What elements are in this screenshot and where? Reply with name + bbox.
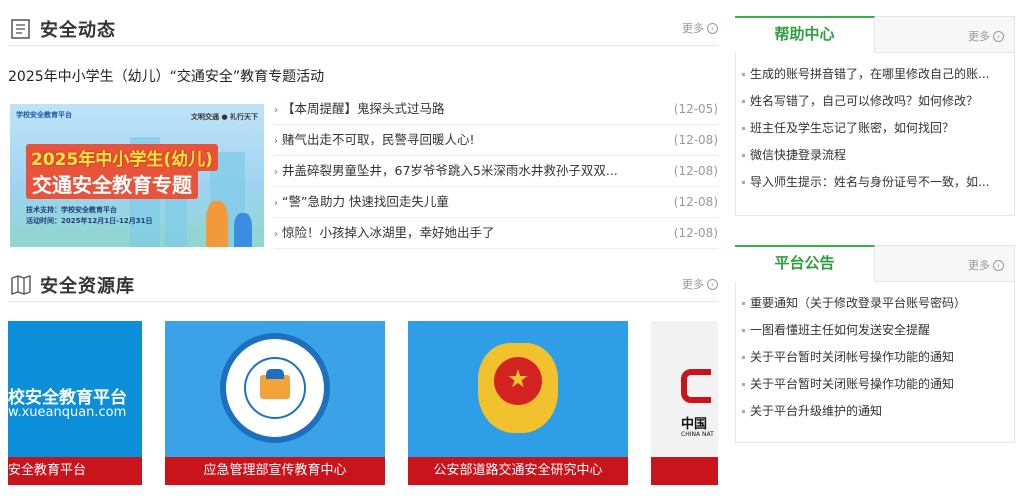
announcements-tabbar: 平台公告 更多 › [735, 245, 1014, 282]
map-icon [10, 274, 32, 296]
help-center-panel: 帮助中心 更多 › 生成的账号拼音错了，在哪里修改自己的账... 姓名写错了，自己… [735, 16, 1015, 216]
banner-logo: 学校安全教育平台 [16, 111, 72, 119]
partial-logo-icon [681, 369, 711, 403]
help-more-link[interactable]: 更多 › [968, 28, 1004, 44]
resource-card-traffic-research[interactable]: 公安部道路交通安全研究中心 [408, 321, 628, 485]
news-item-date: (12-08) [673, 133, 718, 147]
arrow-right-icon: › [274, 136, 278, 147]
help-item[interactable]: 生成的账号拼音错了，在哪里修改自己的账... [742, 61, 1014, 88]
announcement-item[interactable]: 关于平台升级维护的通知 [742, 398, 1014, 425]
announcement-item[interactable]: 关于平台暂时关闭帐号操作功能的通知 [742, 344, 1014, 371]
resource-section-title: 安全资源库 [40, 276, 135, 297]
announcements-list: 重要通知（关于修改登录平台账号密码） 一图看懂班主任如何发送安全提醒 关于平台暂… [736, 282, 1014, 425]
card-logo-text: 中国 [681, 417, 708, 432]
announcements-more-link[interactable]: 更多 › [968, 257, 1004, 273]
news-banner-image[interactable]: 学校安全教育平台 文明交通 ● 礼行天下 2025年中小学生(幼儿) 交通安全教… [10, 104, 264, 247]
card-logo-subtext: CHINA NAT [681, 431, 714, 438]
banner-title-line1: 2025年中小学生(幼儿) [26, 144, 218, 171]
emergency-emblem-icon [220, 333, 330, 443]
chevron-right-icon: › [707, 278, 718, 290]
news-section-header: 安全动态 更多 › [8, 12, 718, 46]
news-item[interactable]: › 井盖碎裂男童坠井，67岁爷爷跳入5米深雨水井救孙子双双... (12-08) [274, 156, 718, 187]
resource-card-emergency[interactable]: 应急管理部宣传教育中心 [165, 321, 385, 485]
card-logo-url: w.xueanquan.com [8, 405, 127, 420]
resource-more-link[interactable]: 更多 › [682, 276, 718, 292]
news-item-title: 赌气出走不可取，民警寻回暖人心! [282, 132, 475, 147]
banner-support: 技术支持：学校安全教育平台 [26, 206, 117, 214]
banner-title-line2: 交通安全教育专题 [26, 168, 198, 199]
card-caption [651, 457, 718, 485]
news-item-title: 井盖碎裂男童坠井，67岁爷爷跳入5米深雨水井救孙子双双... [282, 163, 618, 178]
sidebar: 帮助中心 更多 › 生成的账号拼音错了，在哪里修改自己的账... 姓名写错了，自己… [735, 0, 1015, 499]
chevron-right-icon: › [707, 22, 718, 34]
help-item[interactable]: 导入师生提示：姓名与身份证号不一致，如... [742, 169, 1014, 196]
announcement-item[interactable]: 重要通知（关于修改登录平台账号密码） [742, 290, 1014, 317]
arrow-right-icon: › [274, 105, 278, 116]
tab-help-center[interactable]: 帮助中心 [735, 16, 875, 53]
tab-announcements[interactable]: 平台公告 [735, 245, 875, 282]
banner-child-figure [206, 201, 228, 247]
announcement-item[interactable]: 一图看懂班主任如何发送安全提醒 [742, 317, 1014, 344]
news-item[interactable]: › 【本周提醒】鬼探头式过马路 (12-05) [274, 94, 718, 125]
more-label: 更多 [682, 278, 704, 291]
news-item[interactable]: › “警”急助力 快速找回走失儿童 (12-08) [274, 187, 718, 218]
resource-card-china-partial[interactable]: 中国 CHINA NAT [651, 321, 718, 485]
more-label: 更多 [682, 22, 704, 35]
news-section-title: 安全动态 [40, 20, 116, 41]
main-column: 安全动态 更多 › 2025年中小学生（幼儿）“交通安全”教育专题活动 学校安全教… [8, 0, 718, 499]
arrow-right-icon: › [274, 167, 278, 178]
announcement-item[interactable]: 关于平台暂时关闭账号操作功能的通知 [742, 371, 1014, 398]
card-caption: 公安部道路交通安全研究中心 [408, 457, 628, 485]
news-more-link[interactable]: 更多 › [682, 20, 718, 36]
news-item-date: (12-08) [673, 226, 718, 240]
resource-card-xueanquan[interactable]: 校安全教育平台 w.xueanquan.com 安全教育平台 [8, 321, 142, 485]
resource-card-row: 校安全教育平台 w.xueanquan.com 安全教育平台 应急管理部宣传教育… [8, 321, 718, 485]
news-headline[interactable]: 2025年中小学生（幼儿）“交通安全”教育专题活动 [8, 66, 324, 86]
emblem-figure-block [266, 369, 284, 379]
news-item-date: (12-08) [673, 164, 718, 178]
card-caption: 应急管理部宣传教育中心 [165, 457, 385, 485]
banner-period: 活动时间：2025年12月1日-12月31日 [26, 217, 153, 225]
help-item[interactable]: 姓名写错了，自己可以修改吗？如何修改？ [742, 88, 1014, 115]
arrow-right-icon: › [274, 229, 278, 240]
banner-slogan: 文明交通 ● 礼行天下 [191, 113, 258, 121]
news-item[interactable]: › 赌气出走不可取，民警寻回暖人心! (12-08) [274, 125, 718, 156]
news-item-title: 惊险！小孩掉入冰湖里，幸好她出手了 [282, 225, 495, 240]
news-item-title: “警”急助力 快速找回走失儿童 [282, 194, 449, 209]
news-item-date: (12-05) [673, 102, 718, 116]
announcements-panel: 平台公告 更多 › 重要通知（关于修改登录平台账号密码） 一图看懂班主任如何发送安… [735, 245, 1015, 443]
help-center-tabbar: 帮助中心 更多 › [735, 16, 1014, 53]
news-item[interactable]: › 惊险！小孩掉入冰湖里，幸好她出手了 (12-08) [274, 218, 718, 249]
banner-child-figure [234, 213, 252, 247]
news-item-date: (12-08) [673, 195, 718, 209]
arrow-right-icon: › [274, 198, 278, 209]
help-center-list: 生成的账号拼音错了，在哪里修改自己的账... 姓名写错了，自己可以修改吗？如何修… [736, 53, 1014, 196]
help-item[interactable]: 微信快捷登录流程 [742, 142, 1014, 169]
document-icon [10, 18, 32, 40]
police-emblem-icon [478, 343, 558, 433]
more-label: 更多 [968, 259, 990, 272]
help-item[interactable]: 班主任及学生忘记了账密，如何找回？ [742, 115, 1014, 142]
news-list: › 【本周提醒】鬼探头式过马路 (12-05) › 赌气出走不可取，民警寻回暖人心! (… [274, 94, 718, 249]
chevron-right-icon: › [993, 30, 1004, 42]
card-caption: 安全教育平台 [8, 457, 142, 485]
more-label: 更多 [968, 30, 990, 43]
news-item-title: 【本周提醒】鬼探头式过马路 [282, 101, 445, 116]
resource-section-header: 安全资源库 更多 › [8, 268, 718, 302]
chevron-right-icon: › [993, 259, 1004, 271]
